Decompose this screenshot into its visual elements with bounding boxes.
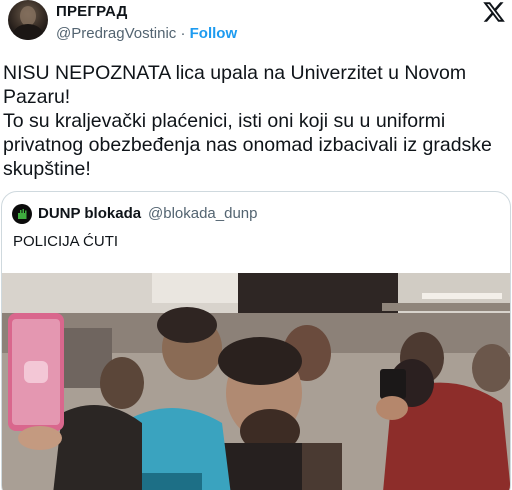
hand-icon (18, 209, 27, 219)
author-name[interactable]: ПРЕГРАД (56, 3, 127, 20)
follow-button[interactable]: Follow (190, 25, 238, 42)
avatar-body (13, 24, 43, 40)
tweet-header: ПРЕГРАД @PredragVostinic · Follow (0, 0, 512, 52)
video-still-image (2, 273, 510, 490)
tweet-text: NISU NEPOZNATA lica upala na Univerzitet… (3, 61, 503, 181)
tweet-paragraph-1: NISU NEPOZNATA lica upala na Univerzitet… (3, 62, 467, 108)
quoted-tweet-card[interactable]: DUNP blokada @blokada_dunp POLICIJA ĆUTI (1, 191, 511, 490)
quoted-video-thumbnail[interactable] (2, 273, 510, 490)
tweet-paragraph-2: To su kraljevački plaćenici, isti oni ko… (3, 110, 492, 180)
x-logo-icon[interactable] (482, 0, 506, 24)
quoted-author-name[interactable]: DUNP blokada (38, 205, 141, 222)
quoted-author-handle[interactable]: @blokada_dunp (148, 205, 257, 222)
author-avatar[interactable] (8, 0, 48, 40)
author-handle-row: @PredragVostinic · Follow (56, 25, 237, 42)
quoted-author-avatar[interactable] (12, 204, 32, 224)
separator-dot: · (180, 25, 186, 42)
quoted-tweet-text: POLICIJA ĆUTI (13, 233, 119, 250)
avatar-face (20, 6, 36, 26)
author-handle[interactable]: @PredragVostinic (56, 25, 176, 42)
